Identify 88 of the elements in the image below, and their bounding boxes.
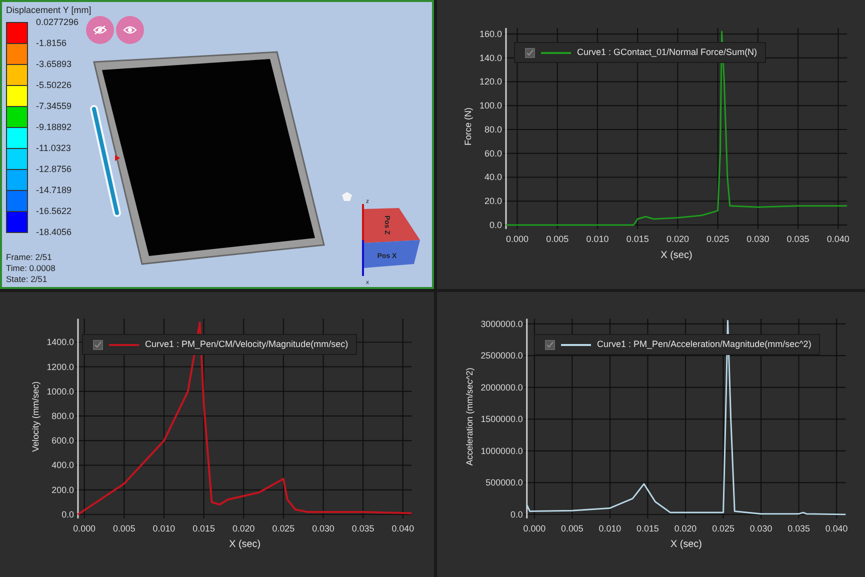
view-cube[interactable] (362, 204, 420, 276)
visibility-button[interactable] (116, 16, 144, 44)
x-tick-label: 0.005 (561, 523, 584, 534)
y-tick-label: 160.0 (479, 28, 502, 39)
x-tick-label: 0.030 (746, 234, 770, 244)
x-axis-title: X (sec) (229, 539, 261, 550)
scale-label: -5.50226 (36, 80, 72, 90)
y-tick-label: 40.0 (484, 172, 502, 182)
legend-label: Curve1 : GContact_01/Normal Force/Sum(N) (577, 46, 758, 59)
y-tick-label: 800.0 (52, 411, 74, 421)
x-tick-label: 0.035 (788, 523, 810, 534)
y-tick-label: 600.0 (52, 436, 74, 446)
y-axis-title: Force (N) (463, 108, 473, 146)
marker-icon (115, 155, 120, 161)
x-tick-label: 0.010 (152, 523, 176, 534)
x-axis-title: X (sec) (670, 539, 702, 550)
x-tick-label: 0.020 (232, 523, 255, 534)
y-tick-label: 1000.0 (46, 386, 74, 396)
scale-label: -9.18892 (36, 122, 72, 132)
legend-label: Curve1 : PM_Pen/Acceleration/Magnitude(mm/sec^2) (597, 338, 812, 351)
legend-checkbox[interactable] (545, 340, 555, 350)
y-tick-label: 1000000.0 (480, 446, 523, 456)
x-tick-label: 0.025 (706, 234, 730, 244)
y-tick-label: 2500000.0 (480, 350, 523, 361)
visibility-button[interactable] (86, 16, 114, 44)
x-tick-label: 0.035 (786, 234, 810, 244)
y-axis-title: Acceleration (mm/sec^2) (464, 368, 474, 466)
x-tick-label: 0.005 (113, 523, 136, 534)
y-tick-label: 100.0 (479, 100, 502, 111)
x-tick-label: 0.035 (352, 523, 374, 534)
y-tick-label: 120.0 (479, 76, 502, 87)
hide-icon (93, 25, 107, 35)
y-axis-title: Velocity (mm/sec) (30, 381, 40, 452)
x-axis-title: X (sec) (660, 250, 692, 261)
x-tick-label: 0.040 (392, 523, 414, 534)
x-tick-label: 0.010 (586, 234, 609, 244)
legend-label: Curve1 : PM_Pen/CM/Velocity/Magnitude(mm/sec) (145, 338, 348, 351)
y-tick-label: 0.0 (489, 220, 502, 230)
x-tick-label: 0.040 (826, 234, 850, 244)
scale-label: -1.8156 (36, 38, 67, 48)
y-tick-label: 0.0 (62, 509, 74, 520)
x-tick-label: 0.030 (750, 523, 772, 534)
x-tick-label: 0.010 (598, 523, 622, 534)
y-tick-label: 80.0 (484, 124, 502, 134)
info-text: Frame: 2/51 (6, 252, 53, 263)
y-tick-label: 400.0 (52, 460, 74, 470)
light-icon (342, 192, 352, 201)
x-tick-label: 0.015 (626, 234, 649, 244)
colorbar-title: Displacement Y [mm] (6, 4, 92, 16)
x-tick-label: 0.000 (73, 523, 96, 534)
y-tick-label: 140.0 (479, 52, 502, 63)
x-tick-label: 0.020 (666, 234, 689, 244)
scale-label: -18.4056 (36, 227, 72, 237)
legend-checkbox[interactable] (525, 48, 535, 58)
x-tick-label: 0.020 (674, 523, 697, 534)
scale-label: -16.5622 (36, 206, 72, 216)
y-tick-label: 60.0 (484, 148, 502, 158)
y-tick-label: 500000.0 (486, 478, 523, 488)
y-tick-label: 1200.0 (46, 362, 74, 372)
scale-label: -12.8756 (36, 164, 72, 174)
x-tick-label: 0.025 (272, 523, 295, 534)
scale-label: -7.34559 (36, 101, 72, 111)
x-tick-label: 0.000 (506, 234, 528, 244)
info-text: State: 2/51 (6, 274, 48, 285)
scale-label: -11.0323 (36, 143, 71, 153)
scale-label: 0.0277296 (36, 17, 79, 27)
x-tick-label: 0.025 (712, 523, 734, 534)
y-tick-label: 200.0 (52, 484, 74, 495)
x-tick-label: 0.015 (192, 523, 215, 534)
info-text: Time: 0.0008 (6, 263, 56, 274)
y-tick-label: 1400.0 (46, 337, 74, 348)
x-tick-label: 0.005 (546, 234, 569, 244)
legend-line (561, 344, 591, 346)
x-tick-label: 0.015 (636, 523, 659, 534)
y-tick-label: 1500000.0 (480, 414, 523, 424)
x-tick-label: 0.030 (312, 523, 334, 534)
scale-label: -3.65893 (36, 59, 72, 69)
y-tick-label: 2000000.0 (480, 382, 523, 392)
y-tick-label: 3000000.0 (480, 318, 523, 329)
legend-line (109, 344, 139, 346)
y-tick-label: 20.0 (484, 196, 502, 206)
eye-icon (123, 25, 137, 35)
scale-label: -14.7189 (36, 185, 72, 195)
y-tick-label: 0.0 (510, 509, 523, 520)
legend-checkbox[interactable] (93, 340, 103, 350)
legend-line (541, 52, 571, 54)
x-tick-label: 0.000 (523, 523, 546, 534)
x-tick-label: 0.040 (825, 523, 848, 534)
